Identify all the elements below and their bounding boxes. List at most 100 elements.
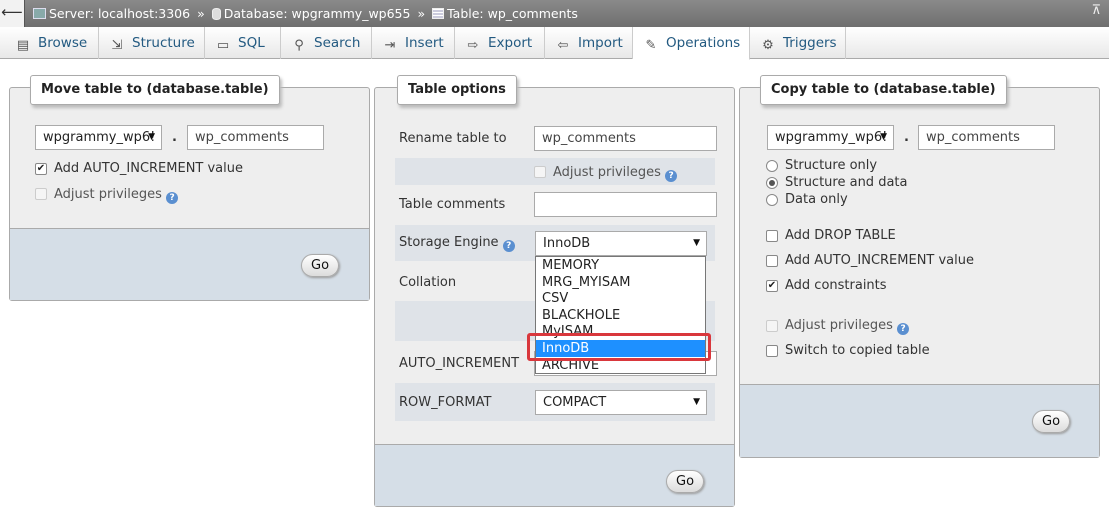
storage-engine-text: Storage Engine xyxy=(399,235,499,250)
breadcrumb-table[interactable]: Table: wp_comments xyxy=(447,6,578,21)
tab-label: SQL xyxy=(238,35,265,51)
add-drop-table-checkbox[interactable] xyxy=(766,230,778,242)
tab-label: Operations xyxy=(666,35,741,51)
row-format-select[interactable]: COMPACT ▼ xyxy=(535,390,707,415)
chevron-down-icon: ▼ xyxy=(148,132,155,142)
adjust-privileges-checkbox[interactable] xyxy=(766,320,778,332)
add-constraints-checkbox[interactable]: ✔ xyxy=(766,280,778,292)
server-icon xyxy=(33,8,46,19)
export-icon: ⇨ xyxy=(467,38,479,53)
auto-increment-label: Add AUTO_INCREMENT value xyxy=(54,161,244,176)
move-table-legend: Move table to (database.table) xyxy=(30,75,280,105)
tab-label: Browse xyxy=(38,35,88,51)
insert-icon: ⇥ xyxy=(384,38,396,53)
tab-browse[interactable]: ▤ Browse xyxy=(5,27,99,59)
rename-table-input[interactable]: wp_comments xyxy=(534,126,717,151)
help-icon[interactable]: ? xyxy=(166,192,179,204)
table-comments-input[interactable] xyxy=(534,192,717,217)
breadcrumb-bar: ⟵ Server: localhost:3306 » Database: wpg… xyxy=(0,0,1109,27)
auto-increment-label: AUTO_INCREMENT xyxy=(399,356,520,371)
add-auto-increment-checkbox[interactable] xyxy=(766,255,778,267)
adjust-privileges-text: Adjust privileges xyxy=(54,187,162,202)
table-options-legend: Table options xyxy=(397,75,517,105)
tab-triggers[interactable]: ⚙ Triggers xyxy=(750,27,846,59)
structure-only-radio[interactable] xyxy=(766,160,778,172)
switch-to-copied-label: Switch to copied table xyxy=(785,343,930,358)
import-icon: ⇦ xyxy=(557,38,569,53)
tab-label: Insert xyxy=(405,35,444,51)
move-table-name-input[interactable]: wp_comments xyxy=(187,125,324,150)
move-database-select[interactable]: wpgrammy_wp6! ▼ xyxy=(35,125,162,150)
adjust-privileges-checkbox[interactable] xyxy=(35,188,47,200)
select-value: InnoDB xyxy=(543,236,591,251)
adjust-privileges-label: Adjust privileges ? xyxy=(54,187,179,204)
select-value: wpgrammy_wp6! xyxy=(43,130,156,145)
chevron-down-icon: ▼ xyxy=(880,132,887,142)
collapse-icon[interactable]: ⊼ xyxy=(1091,3,1101,18)
storage-engine-select[interactable]: InnoDB ▼ xyxy=(535,231,707,256)
engine-option-memory[interactable]: MEMORY xyxy=(536,257,705,274)
move-table-fieldset: Move table to (database.table) wpgrammy_… xyxy=(9,75,370,301)
table-icon xyxy=(432,8,445,19)
add-constraints-label: Add constraints xyxy=(785,278,887,293)
engine-option-blackhole[interactable]: BLACKHOLE xyxy=(536,307,705,324)
rename-label: Rename table to xyxy=(399,131,507,146)
table-comments-label: Table comments xyxy=(399,197,506,212)
copy-table-footer: Go xyxy=(740,384,1099,457)
dot-separator: . xyxy=(904,130,909,145)
storage-engine-label: Storage Engine ? xyxy=(399,235,515,252)
chevron-down-icon: ▼ xyxy=(693,238,700,248)
help-icon[interactable]: ? xyxy=(665,170,678,182)
breadcrumb-separator: » xyxy=(417,6,426,21)
tab-label: Search xyxy=(314,35,361,51)
database-icon xyxy=(211,7,221,20)
dot-separator: . xyxy=(172,130,177,145)
copy-table-name-input[interactable]: wp_comments xyxy=(918,125,1055,150)
tab-structure[interactable]: ⇲ Structure xyxy=(99,27,205,59)
table-options-go-button[interactable]: Go xyxy=(666,470,705,493)
copy-table-legend: Copy table to (database.table) xyxy=(760,75,1007,105)
structure-only-label: Structure only xyxy=(785,158,878,173)
structure-and-data-radio[interactable] xyxy=(766,177,778,189)
copy-database-select[interactable]: wpgrammy_wp6! ▼ xyxy=(767,125,894,150)
chevron-down-icon: ▼ xyxy=(693,397,700,407)
copy-table-fieldset: Copy table to (database.table) wpgrammy_… xyxy=(739,75,1100,458)
tab-export[interactable]: ⇨ Export xyxy=(455,27,545,59)
select-value: COMPACT xyxy=(543,395,607,410)
tab-label: Triggers xyxy=(783,35,837,51)
structure-and-data-label: Structure and data xyxy=(785,175,908,190)
help-icon[interactable]: ? xyxy=(502,240,515,252)
adjust-privileges-text: Adjust privileges xyxy=(785,318,893,333)
data-only-label: Data only xyxy=(785,192,848,207)
sql-icon: ▭ xyxy=(216,38,230,53)
help-icon[interactable]: ? xyxy=(897,323,910,335)
adjust-privileges-checkbox[interactable] xyxy=(534,166,546,178)
wrench-icon: ✎ xyxy=(645,38,657,53)
adjust-privileges-text: Adjust privileges xyxy=(553,165,661,180)
breadcrumb: Server: localhost:3306 » Database: wpgra… xyxy=(33,5,578,21)
tab-import[interactable]: ⇦ Import xyxy=(545,27,633,59)
adjust-privileges-label: Adjust privileges ? xyxy=(553,165,678,182)
tab-label: Import xyxy=(578,35,623,51)
engine-option-csv[interactable]: CSV xyxy=(536,290,705,307)
adjust-privileges-label: Adjust privileges ? xyxy=(785,318,910,335)
structure-icon: ⇲ xyxy=(111,38,123,53)
move-go-button[interactable]: Go xyxy=(301,254,340,277)
tab-insert[interactable]: ⇥ Insert xyxy=(372,27,455,59)
tab-sql[interactable]: ▭ SQL xyxy=(205,27,281,59)
tab-bar: ▤ Browse ⇲ Structure ▭ SQL ⚲ Search ⇥ Insert … xyxy=(0,27,1109,60)
engine-option-mrg-myisam[interactable]: MRG_MYISAM xyxy=(536,274,705,291)
back-arrow-icon[interactable]: ⟵ xyxy=(0,0,25,27)
add-drop-table-label: Add DROP TABLE xyxy=(785,228,896,243)
breadcrumb-server[interactable]: Server: localhost:3306 xyxy=(49,6,190,21)
tab-operations[interactable]: ✎ Operations xyxy=(633,27,750,60)
tab-label: Structure xyxy=(132,35,195,51)
copy-go-button[interactable]: Go xyxy=(1032,410,1071,433)
triggers-icon: ⚙ xyxy=(762,38,774,53)
auto-increment-checkbox[interactable]: ✔ xyxy=(35,163,47,175)
breadcrumb-separator: » xyxy=(197,6,205,21)
switch-to-copied-checkbox[interactable] xyxy=(766,345,778,357)
tab-search[interactable]: ⚲ Search xyxy=(281,27,372,59)
data-only-radio[interactable] xyxy=(766,194,778,206)
breadcrumb-database[interactable]: Database: wpgrammy_wp655 xyxy=(224,6,411,21)
